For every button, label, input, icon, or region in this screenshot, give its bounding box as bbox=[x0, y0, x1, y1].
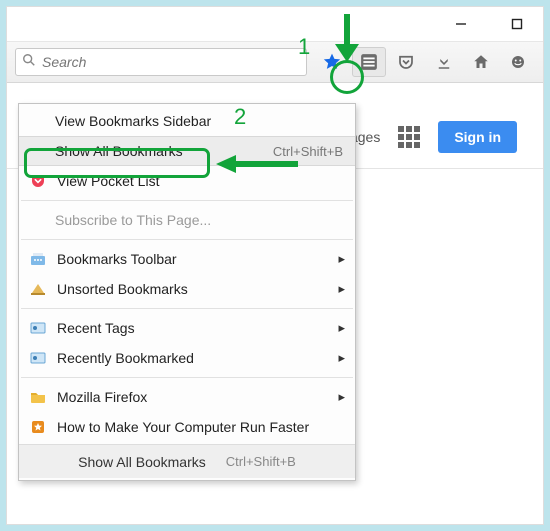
hello-button[interactable] bbox=[502, 47, 535, 77]
folder-icon bbox=[29, 388, 47, 406]
menu-mozilla-firefox[interactable]: Mozilla Firefox bbox=[19, 382, 355, 412]
downloads-button[interactable] bbox=[427, 47, 460, 77]
home-button[interactable] bbox=[464, 47, 497, 77]
search-input[interactable] bbox=[42, 54, 300, 70]
search-icon bbox=[22, 53, 36, 72]
bookmarks-list-button[interactable] bbox=[352, 47, 385, 77]
menu-view-pocket-list[interactable]: View Pocket List bbox=[19, 166, 355, 196]
menu-show-all-bookmarks[interactable]: Show All BookmarksCtrl+Shift+B bbox=[19, 136, 355, 166]
apps-grid-icon[interactable] bbox=[398, 126, 420, 148]
menu-separator bbox=[21, 239, 353, 240]
search-bar[interactable] bbox=[15, 48, 307, 76]
menu-unsorted-bookmarks[interactable]: Unsorted Bookmarks bbox=[19, 274, 355, 304]
unsorted-icon bbox=[29, 280, 47, 298]
menu-recent-tags[interactable]: Recent Tags bbox=[19, 313, 355, 343]
menu-separator bbox=[21, 377, 353, 378]
menu-howto-bookmark[interactable]: How to Make Your Computer Run Faster bbox=[19, 412, 355, 442]
signin-button[interactable]: Sign in bbox=[438, 121, 517, 153]
bookmarks-menu: View Bookmarks Sidebar Show All Bookmark… bbox=[18, 103, 356, 481]
menu-view-bookmarks-sidebar[interactable]: View Bookmarks Sidebar bbox=[19, 106, 355, 136]
browser-toolbar bbox=[7, 41, 543, 83]
menu-separator bbox=[21, 200, 353, 201]
bookmark-page-icon bbox=[29, 418, 47, 436]
pocket-button[interactable] bbox=[390, 47, 423, 77]
pocket-icon bbox=[29, 172, 47, 190]
bookmark-star-button[interactable] bbox=[315, 47, 348, 77]
window-titlebar bbox=[7, 7, 543, 41]
menu-subscribe: Subscribe to This Page... bbox=[19, 205, 355, 235]
minimize-button[interactable] bbox=[443, 10, 479, 38]
menu-separator bbox=[21, 308, 353, 309]
recent-icon bbox=[29, 349, 47, 367]
menu-footer-show-all[interactable]: Show All Bookmarks Ctrl+Shift+B bbox=[19, 444, 355, 478]
maximize-button[interactable] bbox=[499, 10, 535, 38]
menu-bookmarks-toolbar[interactable]: Bookmarks Toolbar bbox=[19, 244, 355, 274]
menu-recently-bookmarked[interactable]: Recently Bookmarked bbox=[19, 343, 355, 373]
tag-icon bbox=[29, 319, 47, 337]
folder-toolbar-icon bbox=[29, 250, 47, 268]
